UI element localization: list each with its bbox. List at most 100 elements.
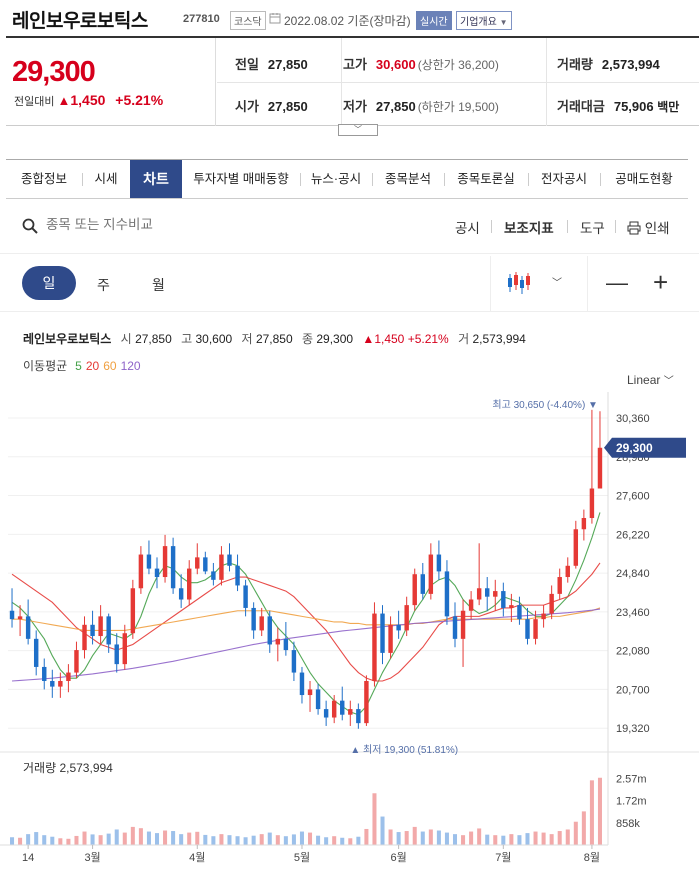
- candle-body: [364, 680, 369, 724]
- candle-body: [372, 613, 377, 681]
- volume-tick-label: 1.72m: [616, 796, 647, 808]
- candle-body: [162, 546, 168, 578]
- volume-bar: [452, 834, 458, 845]
- x-tick-label: 8월: [584, 851, 600, 864]
- volume-bar: [469, 831, 474, 845]
- candle-body: [412, 574, 417, 606]
- candle-body: [597, 447, 603, 489]
- price-chart[interactable]: 30,36028,98027,60026,22024,84023,46022,0…: [0, 0, 699, 870]
- volume-bar: [114, 829, 119, 845]
- candle-body: [517, 605, 522, 620]
- candle-body: [17, 616, 23, 620]
- volume-bar: [50, 836, 55, 845]
- min-price-label: ▲ 최저 19,300 (51.81%): [350, 744, 458, 756]
- candle-body: [74, 650, 79, 673]
- candle-body: [259, 616, 264, 631]
- volume-bar: [122, 832, 127, 845]
- candle-body: [509, 605, 514, 608]
- candle-body: [315, 689, 321, 710]
- volume-bar: [267, 832, 272, 845]
- candle-body: [380, 613, 385, 653]
- candle-body: [340, 700, 345, 715]
- candle-body: [106, 616, 111, 645]
- volume-bar: [404, 831, 409, 845]
- volume-bar: [436, 830, 441, 845]
- candle-body: [331, 700, 337, 718]
- candle-body: [541, 613, 546, 620]
- volume-bar: [581, 811, 586, 845]
- candle-body: [25, 616, 31, 639]
- y-tick-label: 23,460: [616, 607, 650, 619]
- candle-body: [50, 680, 55, 687]
- candle-body: [525, 619, 530, 639]
- candle-body: [396, 624, 401, 631]
- volume-bar: [388, 829, 393, 845]
- volume-bar: [90, 834, 95, 845]
- y-tick-label: 27,600: [616, 491, 650, 503]
- volume-bar: [179, 834, 184, 845]
- candle-body: [348, 709, 353, 715]
- volume-bar: [98, 835, 103, 845]
- candle-body: [493, 591, 498, 597]
- candle-body: [283, 638, 289, 651]
- current-price-tag-label: 29,300: [616, 441, 653, 455]
- candle-body: [549, 593, 554, 614]
- candle-body: [573, 529, 579, 566]
- candle-body: [533, 619, 538, 639]
- volume-bar: [308, 832, 313, 845]
- volume-bar: [573, 821, 578, 845]
- volume-bar: [316, 835, 321, 845]
- candle-body: [203, 557, 208, 572]
- candle-body: [154, 568, 160, 578]
- x-tick-label: 4월: [189, 851, 205, 864]
- volume-bar: [235, 836, 240, 845]
- volume-bar: [66, 838, 71, 845]
- volume-bar: [203, 834, 208, 845]
- volume-bar: [291, 834, 296, 845]
- volume-bar: [461, 835, 466, 845]
- candle-body: [581, 518, 587, 530]
- candle-body: [187, 568, 192, 600]
- volume-bar: [130, 826, 135, 845]
- volume-bar: [501, 835, 506, 845]
- volume-bar: [509, 834, 514, 845]
- volume-bar: [412, 826, 417, 845]
- candle-body: [58, 680, 63, 687]
- candle-body: [307, 689, 313, 696]
- candle-body: [33, 638, 39, 667]
- volume-bar: [243, 837, 248, 845]
- candle-body: [589, 488, 595, 519]
- volume-bar: [18, 837, 23, 845]
- volume-bar: [364, 828, 369, 845]
- volume-bar: [477, 828, 482, 845]
- x-tick-label: 6월: [390, 851, 406, 864]
- volume-bar: [106, 833, 111, 845]
- volume-bar: [146, 831, 151, 845]
- y-tick-label: 26,220: [616, 529, 650, 541]
- volume-bar: [533, 831, 538, 845]
- candle-body: [444, 571, 450, 617]
- volume-bar: [340, 837, 345, 845]
- volume-bar: [10, 837, 15, 845]
- candle-body: [243, 585, 248, 608]
- volume-bar: [348, 838, 353, 845]
- max-price-label: 최고 30,650 (-4.40%) ▼: [492, 399, 598, 411]
- volume-bar: [549, 834, 554, 845]
- candle-body: [211, 571, 216, 580]
- volume-tick-label: 858k: [616, 818, 640, 830]
- candle-body: [138, 554, 144, 589]
- candle-body: [98, 616, 103, 637]
- volume-bar: [597, 777, 602, 845]
- candle-body: [323, 709, 329, 718]
- volume-bar: [74, 835, 79, 845]
- candle-body: [291, 650, 297, 673]
- volume-bar: [541, 832, 546, 845]
- volume-bar: [275, 835, 280, 845]
- y-tick-label: 19,320: [616, 723, 650, 735]
- volume-bar: [356, 836, 361, 845]
- volume-bar: [428, 829, 433, 845]
- volume-bar: [557, 831, 562, 845]
- candle-body: [501, 591, 506, 608]
- volume-bar: [211, 836, 216, 845]
- y-tick-label: 22,080: [616, 646, 650, 658]
